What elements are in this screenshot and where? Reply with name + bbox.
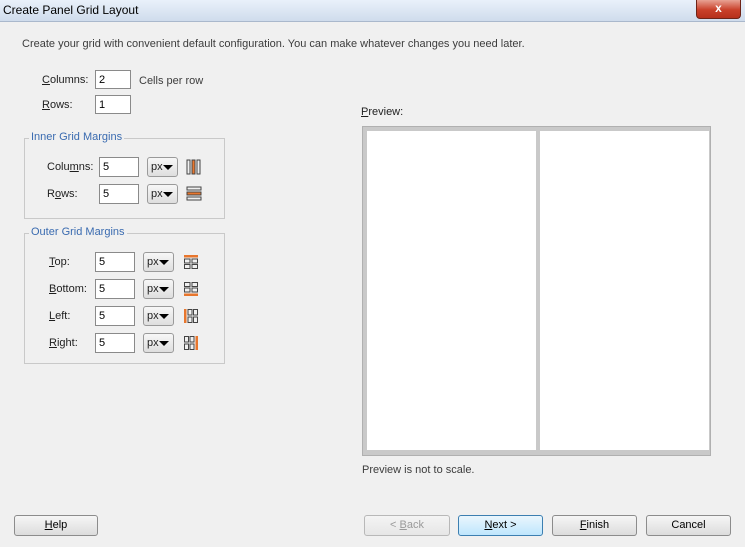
chevron-down-icon — [159, 341, 169, 346]
outer-margins-title: Outer Grid Margins — [29, 226, 127, 238]
inner-rows-input[interactable] — [99, 184, 139, 204]
chevron-down-icon — [159, 260, 169, 265]
preview-label: Preview: — [361, 106, 404, 118]
bottom-unit-select[interactable]: px — [143, 279, 174, 299]
chevron-down-icon — [163, 192, 173, 197]
titlebar: Create Panel Grid Layout x — [0, 0, 745, 22]
back-button[interactable]: < Back — [364, 515, 450, 536]
next-button[interactable]: Next > — [458, 515, 543, 536]
column-margins-icon — [186, 159, 201, 175]
inner-columns-label: Columns: — [47, 161, 94, 173]
cancel-button[interactable]: Cancel — [646, 515, 731, 536]
left-label: Left: — [49, 310, 71, 322]
columns-suffix: Cells per row — [139, 75, 204, 87]
row-margins-icon — [186, 186, 202, 201]
columns-label: Columns: — [42, 74, 89, 86]
close-icon: x — [715, 1, 722, 15]
inner-margins-title: Inner Grid Margins — [29, 131, 125, 143]
help-button[interactable]: Help — [14, 515, 98, 536]
inner-rows-unit-select[interactable]: px — [147, 184, 178, 204]
left-margin-input[interactable] — [95, 306, 135, 326]
bottom-margin-icon — [184, 282, 198, 296]
right-unit-select[interactable]: px — [143, 333, 174, 353]
top-unit-select[interactable]: px — [143, 252, 174, 272]
chevron-down-icon — [159, 314, 169, 319]
preview-note: Preview is not to scale. — [362, 464, 475, 476]
bottom-label: Bottom: — [49, 283, 87, 295]
left-margin-icon — [184, 309, 198, 323]
right-margin-input[interactable] — [95, 333, 135, 353]
chevron-down-icon — [159, 287, 169, 292]
top-label: Top: — [49, 256, 70, 268]
inner-rows-label: Rows: — [47, 188, 78, 200]
preview-cell — [367, 131, 536, 450]
preview-cell — [540, 131, 709, 450]
close-button[interactable]: x — [696, 0, 741, 19]
preview-frame — [362, 126, 711, 456]
top-margin-icon — [184, 255, 198, 269]
inner-columns-unit-select[interactable]: px — [147, 157, 178, 177]
top-margin-input[interactable] — [95, 252, 135, 272]
finish-button[interactable]: Finish — [552, 515, 637, 536]
inner-margins-group: Inner Grid Margins — [24, 131, 225, 219]
columns-input[interactable] — [95, 70, 131, 89]
chevron-down-icon — [163, 165, 173, 170]
rows-input[interactable] — [95, 95, 131, 114]
hint-text: Create your grid with convenient default… — [22, 38, 525, 50]
right-label: Right: — [49, 337, 78, 349]
left-unit-select[interactable]: px — [143, 306, 174, 326]
window-title: Create Panel Grid Layout — [3, 3, 139, 17]
rows-label: Rows: — [42, 99, 73, 111]
bottom-margin-input[interactable] — [95, 279, 135, 299]
right-margin-icon — [184, 336, 198, 350]
inner-columns-input[interactable] — [99, 157, 139, 177]
